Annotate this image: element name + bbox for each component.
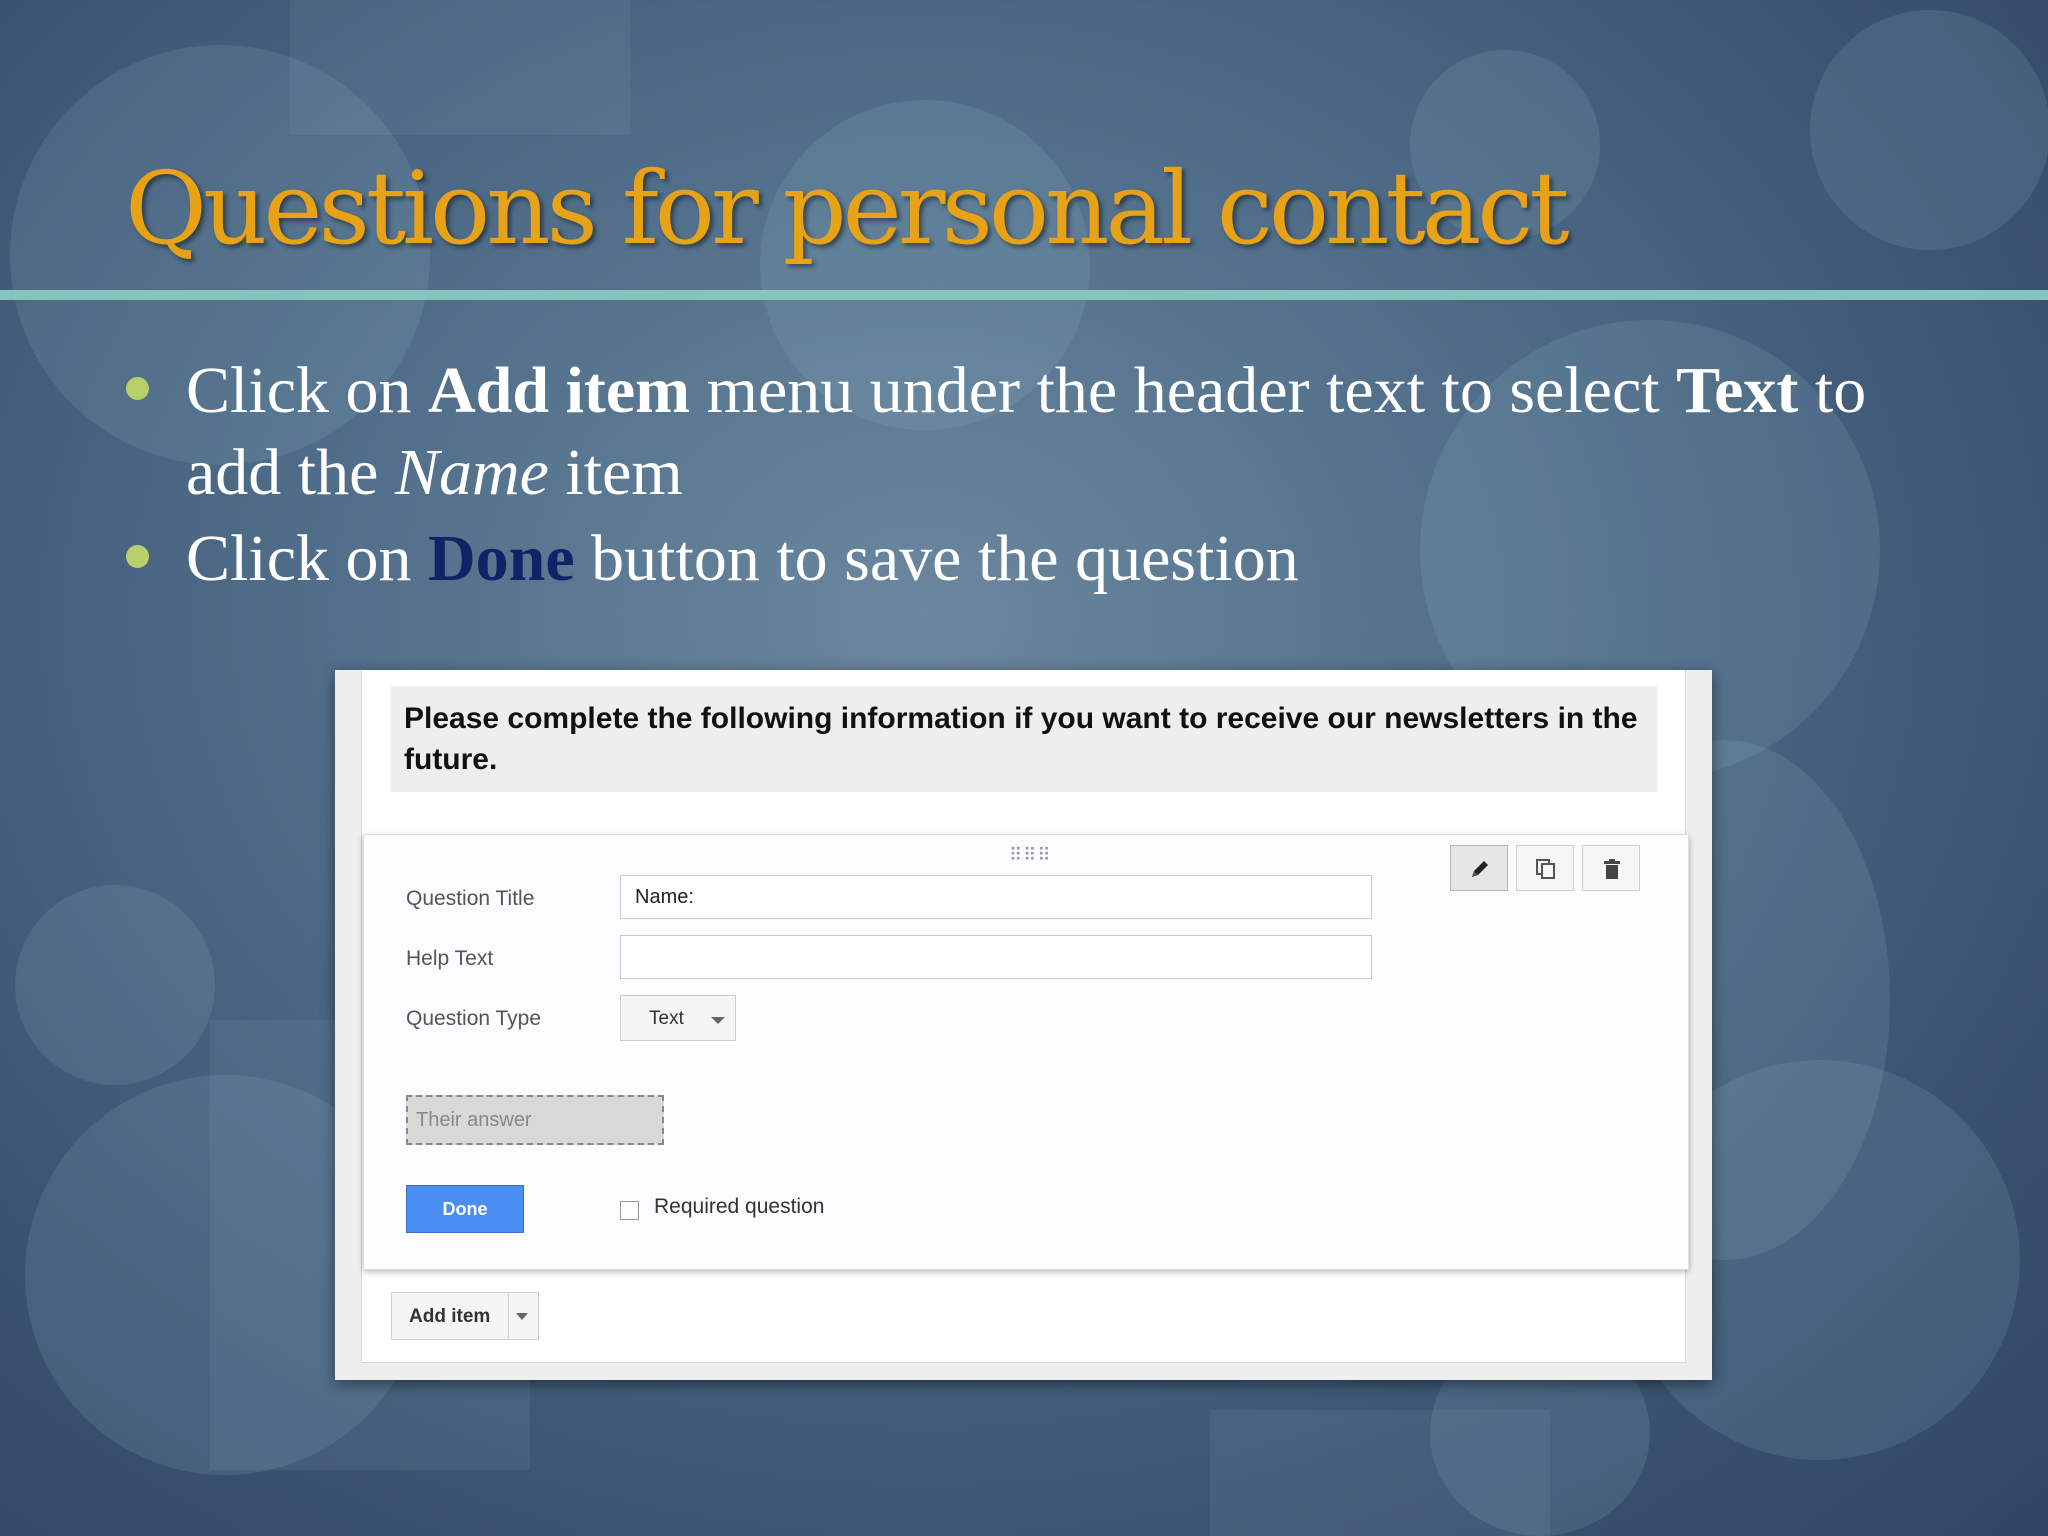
pencil-icon (1472, 861, 1488, 877)
bullet-italic: Name (394, 436, 549, 509)
question-edit-card: ⠿⠿⠿ Question Title Help Text Question T (363, 834, 1689, 1270)
drag-handle-icon[interactable]: ⠿⠿⠿ (1009, 845, 1052, 866)
form-header-text: Please complete the following informatio… (404, 702, 1638, 776)
bullet-text: button to save the question (574, 522, 1299, 595)
delete-button[interactable] (1582, 845, 1640, 891)
required-question-label[interactable]: Required question (654, 1195, 824, 1219)
form-screenshot: Please complete the following informatio… (335, 670, 1712, 1380)
chevron-down-icon[interactable] (516, 1313, 528, 1320)
add-item-label: Add item (409, 1306, 491, 1327)
form-header: Please complete the following informatio… (391, 686, 1657, 792)
add-item-button[interactable]: Add item (391, 1292, 539, 1340)
bullet-bold: Text (1676, 354, 1799, 427)
duplicate-icon (1536, 859, 1555, 879)
edit-button[interactable] (1450, 845, 1508, 891)
answer-preview: Their answer (406, 1095, 664, 1145)
bullet-list: Click on Add item menu under the header … (126, 350, 1976, 604)
slide-title: Questions for personal contact (125, 150, 1569, 267)
help-text-label: Help Text (406, 947, 494, 970)
chevron-down-icon (711, 1017, 725, 1024)
bullet-text: Click on (186, 354, 428, 427)
duplicate-button[interactable] (1516, 845, 1574, 891)
bullet-text: item (548, 436, 683, 509)
bullet-dot-icon (126, 545, 149, 568)
question-title-input[interactable] (620, 875, 1372, 919)
question-title-label: Question Title (406, 887, 535, 910)
bullet-highlight: Done (428, 522, 575, 595)
bullet-text: menu under the header text to select (690, 354, 1677, 427)
question-type-label: Question Type (406, 1007, 542, 1030)
question-type-select[interactable]: Text (620, 995, 736, 1041)
bullet-item-done: Click on Done button to save the questio… (126, 518, 1976, 600)
required-checkbox[interactable] (620, 1201, 639, 1220)
trash-icon (1604, 859, 1620, 879)
add-item-divider (508, 1293, 509, 1339)
help-text-input[interactable] (620, 935, 1372, 979)
question-type-value: Text (649, 1008, 684, 1029)
bullet-item-add-item: Click on Add item menu under the header … (126, 350, 1976, 514)
answer-placeholder: Their answer (416, 1109, 532, 1131)
done-button[interactable]: Done (406, 1185, 524, 1233)
bullet-text: Click on (186, 522, 428, 595)
bullet-dot-icon (126, 377, 149, 400)
title-rule (0, 290, 2048, 300)
bullet-bold: Add item (428, 354, 691, 427)
